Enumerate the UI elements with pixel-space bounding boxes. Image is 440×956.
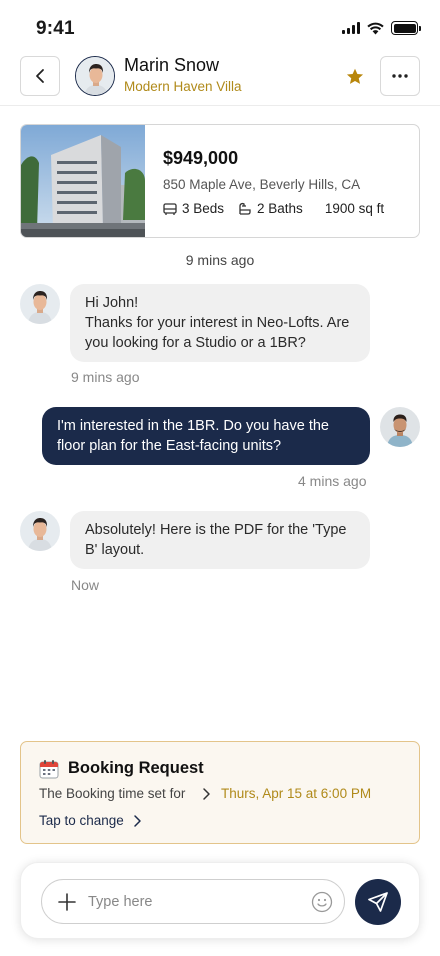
tap-to-change-link[interactable]: Tap to change (39, 813, 142, 828)
area-label: 1900 sq ft (324, 201, 385, 216)
contact-name: Marin Snow (124, 55, 220, 75)
listing-specs: 3 Beds 2 Baths 1900 sq ft (163, 201, 384, 216)
cellular-signal-icon (342, 22, 360, 34)
chat-timestamp: 9 mins ago (185, 252, 255, 268)
status-time: 9:41 (36, 18, 75, 39)
plus-icon[interactable] (57, 892, 77, 912)
chevron-left-icon (36, 69, 44, 83)
message-text: Absolutely! Here is the PDF for the 'Typ… (85, 522, 347, 558)
property-photo (21, 125, 145, 237)
back-button[interactable] (20, 56, 60, 96)
agent-avatar[interactable] (20, 511, 60, 551)
battery-icon (391, 21, 421, 35)
user-avatar[interactable] (380, 407, 420, 447)
send-button[interactable] (355, 879, 401, 925)
message-bubble-incoming[interactable]: Hi John! Thanks for your interest in Neo… (70, 284, 370, 362)
message-composer (20, 862, 420, 939)
send-icon (368, 892, 388, 912)
listing-price: $949,000 (163, 148, 239, 168)
message-bubble-incoming[interactable]: Absolutely! Here is the PDF for the 'Typ… (70, 511, 370, 569)
bath-icon (239, 202, 251, 215)
person-photo-icon (20, 511, 60, 551)
message-text: I'm interested in the 1BR. Do you have t… (57, 418, 329, 454)
calendar-icon (39, 760, 59, 779)
message-line: Hi John! (85, 295, 139, 311)
person-photo-icon (76, 57, 114, 95)
wifi-icon (367, 22, 384, 34)
beds-label: 3 Beds (182, 201, 225, 216)
person-photo-icon (20, 284, 60, 324)
bed-icon (163, 202, 177, 215)
person-photo-icon (380, 407, 420, 447)
contact-avatar[interactable] (75, 56, 115, 96)
chevron-right-icon (203, 788, 210, 800)
tap-to-change-label: Tap to change (39, 813, 124, 828)
more-options-button[interactable] (380, 56, 420, 96)
baths-label: 2 Baths (257, 201, 303, 216)
message-time: 4 mins ago (298, 473, 367, 489)
emoji-icon[interactable] (311, 891, 333, 913)
listing-address: 850 Maple Ave, Beverly Hills, CA (163, 177, 361, 192)
message-time: 9 mins ago (71, 369, 140, 385)
star-icon[interactable] (344, 66, 366, 88)
more-horizontal-icon (392, 74, 408, 78)
beds-spec: 3 Beds (163, 201, 224, 216)
property-name[interactable]: Modern Haven Villa (124, 79, 242, 94)
booking-time-value: Thurs, Apr 15 at 6:00 PM (221, 786, 372, 801)
status-icons (342, 21, 421, 35)
booking-label: The Booking time set for (39, 786, 186, 801)
message-input-wrapper[interactable] (41, 879, 345, 924)
message-input[interactable] (88, 890, 306, 914)
booking-title: Booking Request (68, 759, 204, 777)
message-bubble-outgoing[interactable]: I'm interested in the 1BR. Do you have t… (42, 407, 370, 465)
chat-header: Marin Snow Modern Haven Villa (0, 52, 440, 106)
baths-spec: 2 Baths (238, 201, 303, 216)
message-time: Now (71, 577, 100, 593)
agent-avatar[interactable] (20, 284, 60, 324)
property-listing-card[interactable]: $949,000 850 Maple Ave, Beverly Hills, C… (20, 124, 420, 238)
chevron-right-icon (134, 814, 141, 827)
status-bar: 9:41 (0, 0, 440, 48)
booking-request-card[interactable]: Booking Request The Booking time set for… (20, 741, 420, 844)
message-line: Thanks for your interest in Neo-Lofts. A… (85, 315, 350, 351)
